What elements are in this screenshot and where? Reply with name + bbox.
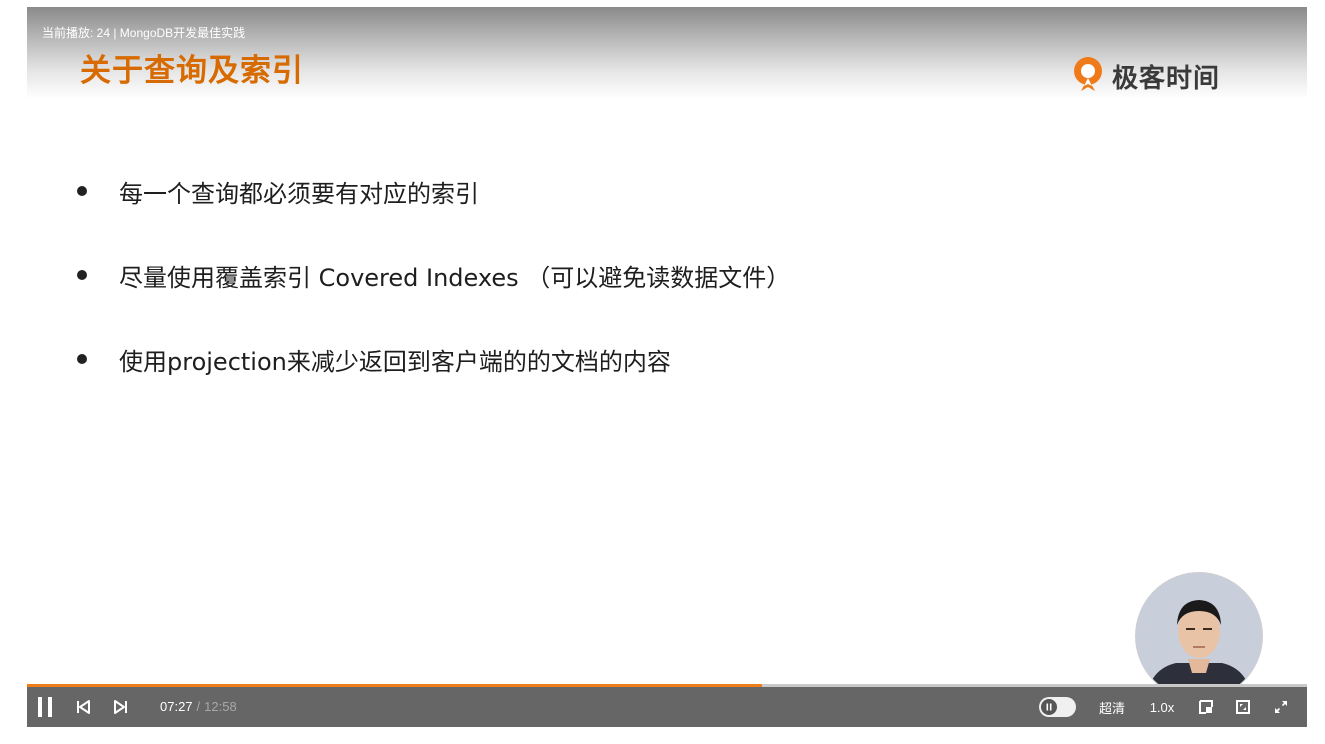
geektime-logo: 极客时间 (1070, 55, 1220, 97)
now-playing-label: 当前播放: 24 | MongoDB开发最佳实践 (42, 26, 246, 40)
web-fullscreen-button[interactable] (1232, 687, 1254, 727)
bullet-item: 尽量使用覆盖索引 Covered Indexes （可以避免读数据文件） (77, 257, 790, 293)
next-button[interactable] (111, 687, 131, 727)
pause-small-icon (1046, 703, 1052, 711)
fullscreen-button[interactable] (1270, 687, 1292, 727)
fullscreen-icon (1275, 701, 1287, 713)
current-time: 07:27 (160, 699, 193, 714)
time-display: 07:27/12:58 (160, 699, 237, 714)
geektime-logo-icon (1074, 57, 1102, 91)
previous-button[interactable] (73, 687, 93, 727)
bullet-text: 尽量使用覆盖索引 Covered Indexes （可以避免读数据文件） (119, 263, 791, 292)
bullet-dot-icon (77, 186, 87, 196)
bullet-text: 使用projection来减少返回到客户端的的文档的内容 (119, 347, 671, 376)
picture-in-picture-icon (1199, 700, 1213, 714)
bullet-dot-icon (77, 354, 87, 364)
presenter-video[interactable] (1135, 572, 1263, 700)
control-bar: 07:27/12:58 超清 1.0x (27, 687, 1307, 727)
bullet-dot-icon (77, 270, 87, 280)
skip-previous-icon (77, 700, 90, 714)
logo-text: 极客时间 (1112, 63, 1221, 94)
video-player[interactable]: 当前播放: 24 | MongoDB开发最佳实践 关于查询及索引 极客时间 每一… (27, 7, 1307, 727)
pause-button[interactable] (33, 687, 57, 727)
web-fullscreen-icon (1236, 700, 1250, 714)
slide-title: 关于查询及索引 (80, 53, 304, 89)
time-separator: / (196, 699, 201, 714)
picture-in-picture-button[interactable] (1195, 687, 1217, 727)
speed-button[interactable]: 1.0x (1145, 687, 1179, 727)
bullet-item: 每一个查询都必须要有对应的索引 (77, 173, 790, 209)
toggle-knob (1041, 699, 1057, 715)
barrage-toggle[interactable] (1039, 697, 1076, 717)
total-time: 12:58 (204, 699, 237, 714)
presenter-avatar-icon (1136, 573, 1262, 699)
quality-button[interactable]: 超清 (1095, 687, 1129, 727)
pause-icon (38, 697, 52, 717)
bullet-list: 每一个查询都必须要有对应的索引 尽量使用覆盖索引 Covered Indexes… (77, 173, 790, 425)
bullet-item: 使用projection来减少返回到客户端的的文档的内容 (77, 341, 790, 377)
bullet-text: 每一个查询都必须要有对应的索引 (119, 179, 479, 208)
skip-next-icon (114, 700, 127, 714)
